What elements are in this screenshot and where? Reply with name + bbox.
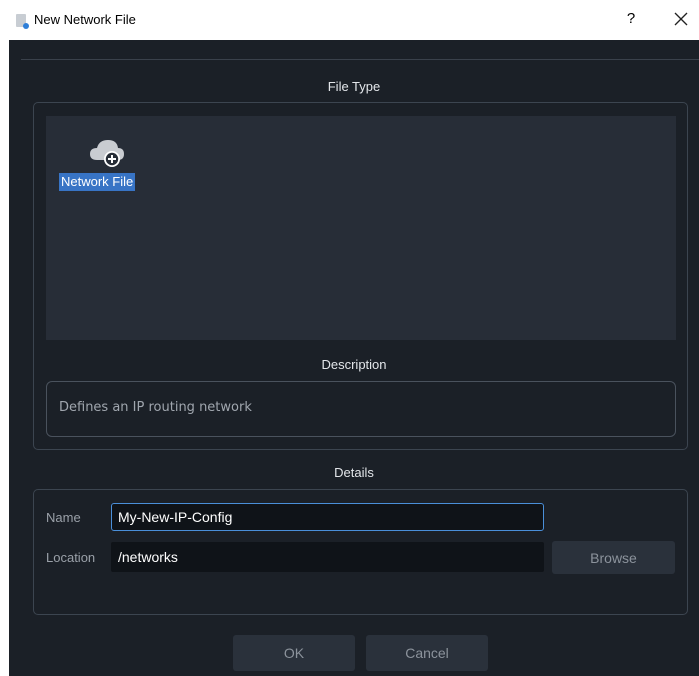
cancel-button[interactable]: Cancel xyxy=(366,635,488,671)
help-button[interactable]: ? xyxy=(622,10,640,27)
app-icon xyxy=(16,14,29,29)
file-type-list[interactable]: Network File xyxy=(46,116,676,340)
name-input[interactable] xyxy=(111,503,544,531)
top-separator xyxy=(21,59,699,60)
location-input[interactable] xyxy=(111,542,544,572)
new-network-file-dialog: New Network File ? File Type Network Fil… xyxy=(0,0,699,676)
close-icon[interactable] xyxy=(670,8,692,30)
location-label: Location xyxy=(46,550,96,565)
description-text: Defines an IP routing network xyxy=(59,400,252,415)
details-heading: Details xyxy=(334,465,374,480)
name-label: Name xyxy=(46,510,81,525)
window-left-border xyxy=(0,40,9,676)
ok-button[interactable]: OK xyxy=(233,635,355,671)
cloud-add-icon xyxy=(90,140,124,167)
list-item-network-file[interactable]: Network File xyxy=(59,134,155,194)
title-bar: New Network File ? xyxy=(0,0,699,40)
window-title: New Network File xyxy=(34,12,136,27)
file-type-label: Network File xyxy=(59,173,136,191)
description-heading: Description xyxy=(321,357,387,372)
browse-button[interactable]: Browse xyxy=(552,541,675,574)
file-type-heading: File Type xyxy=(327,79,381,94)
